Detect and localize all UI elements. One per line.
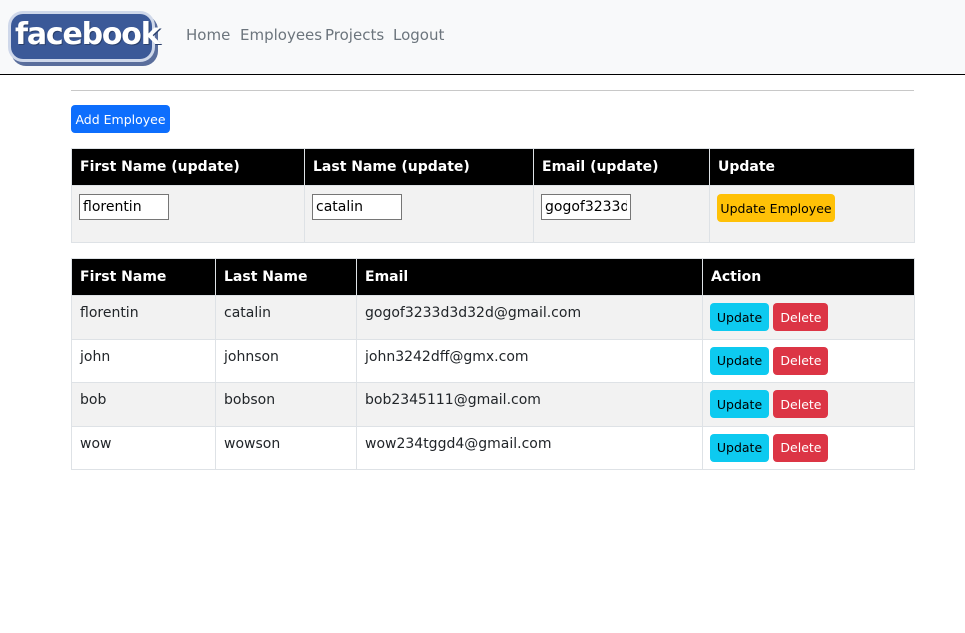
cell-email: wow234tggd4@gmail.com — [356, 425, 703, 470]
nav-link-home[interactable]: Home — [186, 25, 230, 45]
row-update-button[interactable]: Update — [710, 303, 769, 331]
employees-header-row: First Name Last Name Email Action — [71, 258, 915, 296]
update-employee-button[interactable]: Update Employee — [717, 194, 835, 222]
cell-email: john3242dff@gmx.com — [356, 338, 703, 383]
email-input[interactable] — [541, 194, 631, 220]
table-row: john johnson john3242dff@gmx.com Update … — [71, 338, 915, 383]
row-delete-button[interactable]: Delete — [773, 346, 829, 375]
cell-last-name: wowson — [215, 425, 357, 470]
divider — [71, 90, 914, 91]
header-update: Update — [709, 148, 915, 186]
cell-first-name: wow — [71, 425, 216, 470]
cell-first-name: bob — [71, 382, 216, 427]
row-delete-button[interactable]: Delete — [773, 303, 829, 331]
first-name-input[interactable] — [79, 194, 169, 220]
header-last-name: Last Name — [215, 258, 357, 296]
last-name-input[interactable] — [312, 194, 402, 220]
cell-last-name: johnson — [215, 338, 357, 383]
cell-email: gogof3233d3d32d@gmail.com — [356, 295, 703, 340]
cell-first-name: florentin — [71, 295, 216, 340]
row-update-button[interactable]: Update — [710, 346, 769, 375]
row-delete-button[interactable]: Delete — [773, 390, 829, 418]
cell-last-name: bobson — [215, 382, 357, 427]
facebook-logo[interactable]: facebook — [11, 14, 161, 59]
nav-link-logout[interactable]: Logout — [393, 25, 444, 45]
table-row: florentin catalin gogof3233d3d32d@gmail.… — [71, 295, 915, 340]
header-email-update: Email (update) — [533, 148, 710, 186]
header-email: Email — [356, 258, 703, 296]
header-first-name: First Name — [71, 258, 216, 296]
navbar: facebook Home Employees Projects Logout — [0, 0, 965, 75]
add-employee-button[interactable]: Add Employee — [71, 105, 170, 133]
row-update-button[interactable]: Update — [710, 433, 769, 462]
update-employee-table: First Name (update) Last Name (update) E… — [71, 148, 915, 243]
cell-first-name: john — [71, 338, 216, 383]
employees-table: First Name Last Name Email Action floren… — [71, 258, 915, 470]
header-action: Action — [702, 258, 915, 296]
cell-last-name: catalin — [215, 295, 357, 340]
nav-link-employees[interactable]: Employees — [240, 25, 322, 45]
row-update-button[interactable]: Update — [710, 390, 769, 418]
table-row: wow wowson wow234tggd4@gmail.com Update … — [71, 425, 915, 470]
row-delete-button[interactable]: Delete — [773, 433, 829, 462]
cell-email: bob2345111@gmail.com — [356, 382, 703, 427]
header-first-name-update: First Name (update) — [71, 148, 305, 186]
update-header-row: First Name (update) Last Name (update) E… — [71, 148, 915, 186]
header-last-name-update: Last Name (update) — [304, 148, 534, 186]
update-form-row: Update Employee — [71, 185, 915, 243]
nav-link-projects[interactable]: Projects — [325, 25, 384, 45]
brand-text: facebook — [15, 17, 161, 52]
table-row: bob bobson bob2345111@gmail.com Update D… — [71, 382, 915, 427]
